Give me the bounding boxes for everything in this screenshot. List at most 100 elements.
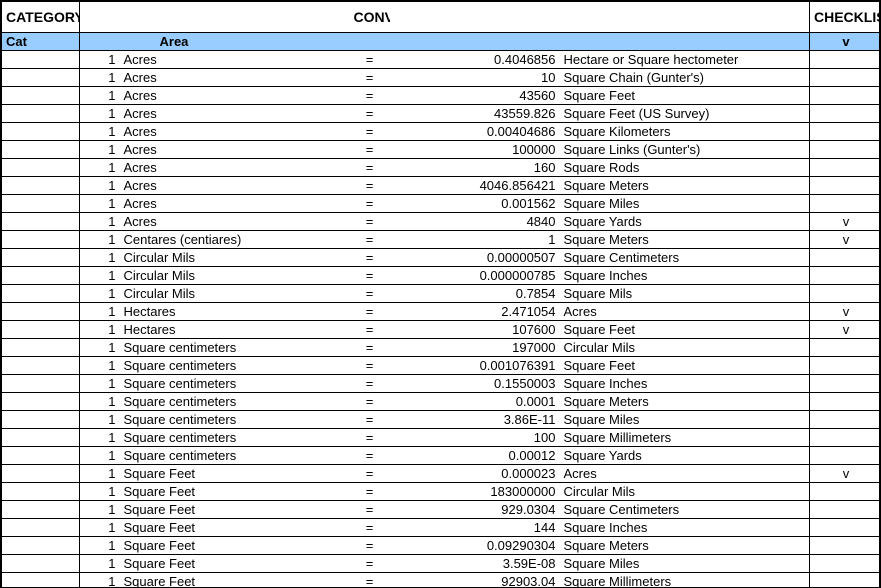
category-cell[interactable] — [2, 231, 80, 249]
qty-cell: 1 — [80, 159, 120, 177]
to-unit-cell: Square Inches — [560, 375, 810, 393]
checklist-cell[interactable] — [810, 429, 881, 447]
category-cell[interactable] — [2, 357, 80, 375]
checklist-cell[interactable] — [810, 555, 881, 573]
from-unit-cell: Acres — [120, 51, 350, 69]
checklist-cell[interactable] — [810, 123, 881, 141]
from-unit-cell: Circular Mils — [120, 267, 350, 285]
checklist-cell[interactable] — [810, 339, 881, 357]
table-row: 1Acres=4840Square Yardsv — [2, 213, 881, 231]
category-cell[interactable] — [2, 267, 80, 285]
equals-cell: = — [350, 87, 390, 105]
checklist-cell[interactable] — [810, 267, 881, 285]
equals-cell: = — [350, 429, 390, 447]
checklist-cell[interactable] — [810, 51, 881, 69]
equals-cell: = — [350, 447, 390, 465]
qty-cell: 1 — [80, 483, 120, 501]
category-cell[interactable] — [2, 303, 80, 321]
checklist-cell[interactable] — [810, 483, 881, 501]
category-cell[interactable] — [2, 393, 80, 411]
category-cell[interactable] — [2, 285, 80, 303]
checklist-cell[interactable] — [810, 177, 881, 195]
checklist-cell[interactable]: v — [810, 231, 881, 249]
checklist-cell[interactable] — [810, 87, 881, 105]
checklist-cell[interactable] — [810, 141, 881, 159]
checklist-cell[interactable]: v — [810, 321, 881, 339]
to-unit-cell: Hectare or Square hectometer — [560, 51, 810, 69]
checklist-cell[interactable] — [810, 537, 881, 555]
from-unit-cell: Acres — [120, 177, 350, 195]
category-cell[interactable] — [2, 429, 80, 447]
to-unit-cell: Acres — [560, 303, 810, 321]
qty-cell: 1 — [80, 231, 120, 249]
value-cell: 10 — [390, 69, 560, 87]
from-unit-cell: Square centimeters — [120, 357, 350, 375]
checklist-cell[interactable] — [810, 447, 881, 465]
from-unit-cell: Acres — [120, 69, 350, 87]
category-cell[interactable] — [2, 123, 80, 141]
category-cell[interactable] — [2, 51, 80, 69]
checklist-cell[interactable] — [810, 375, 881, 393]
checklist-cell[interactable] — [810, 285, 881, 303]
checklist-cell[interactable] — [810, 519, 881, 537]
category-cell[interactable] — [2, 447, 80, 465]
to-unit-cell: Square Feet — [560, 357, 810, 375]
category-cell[interactable] — [2, 321, 80, 339]
checklist-cell[interactable]: v — [810, 213, 881, 231]
from-unit-cell: Acres — [120, 195, 350, 213]
equals-cell: = — [350, 411, 390, 429]
equals-cell: = — [350, 285, 390, 303]
category-cell[interactable] — [2, 555, 80, 573]
qty-cell: 1 — [80, 69, 120, 87]
checklist-cell[interactable] — [810, 357, 881, 375]
value-cell: 0.000023 — [390, 465, 560, 483]
qty-cell: 1 — [80, 195, 120, 213]
category-cell[interactable] — [2, 573, 80, 588]
from-unit-cell: Circular Mils — [120, 285, 350, 303]
category-cell[interactable] — [2, 87, 80, 105]
qty-cell: 1 — [80, 105, 120, 123]
to-unit-cell: Square Meters — [560, 393, 810, 411]
category-cell[interactable] — [2, 537, 80, 555]
checklist-cell[interactable] — [810, 159, 881, 177]
checklist-cell[interactable] — [810, 573, 881, 588]
from-unit-cell: Acres — [120, 123, 350, 141]
category-cell[interactable] — [2, 195, 80, 213]
category-cell[interactable] — [2, 141, 80, 159]
category-cell[interactable] — [2, 501, 80, 519]
checklist-cell[interactable] — [810, 195, 881, 213]
category-cell[interactable] — [2, 249, 80, 267]
from-unit-cell: Square Feet — [120, 519, 350, 537]
category-cell[interactable] — [2, 375, 80, 393]
category-cell[interactable] — [2, 339, 80, 357]
qty-cell: 1 — [80, 537, 120, 555]
equals-cell: = — [350, 393, 390, 411]
value-cell: 197000 — [390, 339, 560, 357]
category-cell[interactable] — [2, 519, 80, 537]
category-cell[interactable] — [2, 465, 80, 483]
checklist-cell[interactable] — [810, 249, 881, 267]
to-unit-cell: Square Links (Gunter's) — [560, 141, 810, 159]
to-unit-cell: Square Miles — [560, 411, 810, 429]
category-cell[interactable] — [2, 177, 80, 195]
category-cell[interactable] — [2, 483, 80, 501]
category-cell[interactable] — [2, 105, 80, 123]
category-cell[interactable] — [2, 213, 80, 231]
to-unit-cell: Square Yards — [560, 447, 810, 465]
equals-cell: = — [350, 141, 390, 159]
checklist-cell[interactable] — [810, 411, 881, 429]
equals-cell: = — [350, 573, 390, 588]
checklist-cell[interactable] — [810, 69, 881, 87]
value-cell: 183000000 — [390, 483, 560, 501]
table-row: 1Hectares=107600Square Feetv — [2, 321, 881, 339]
to-unit-cell: Square Meters — [560, 177, 810, 195]
category-cell[interactable] — [2, 159, 80, 177]
checklist-cell[interactable]: v — [810, 303, 881, 321]
checklist-cell[interactable] — [810, 105, 881, 123]
category-cell[interactable] — [2, 411, 80, 429]
checklist-cell[interactable] — [810, 393, 881, 411]
category-cell[interactable] — [2, 69, 80, 87]
checklist-cell[interactable]: v — [810, 465, 881, 483]
qty-cell: 1 — [80, 555, 120, 573]
checklist-cell[interactable] — [810, 501, 881, 519]
